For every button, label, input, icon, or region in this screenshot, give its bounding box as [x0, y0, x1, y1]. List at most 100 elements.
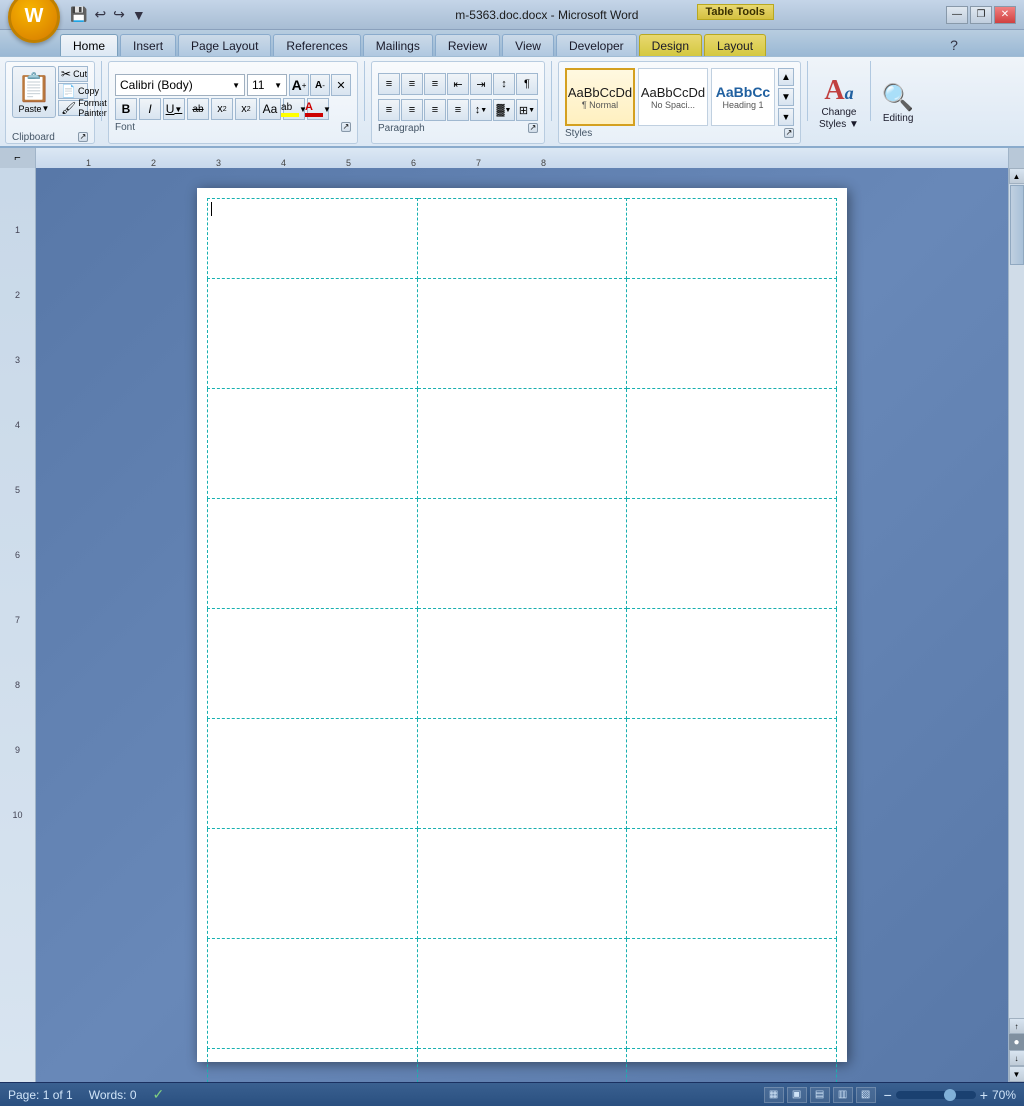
align-left-button[interactable]: ≡ — [378, 99, 400, 121]
table-cell[interactable] — [627, 719, 837, 829]
change-styles-button[interactable]: Aa ChangeStyles ▼ — [813, 61, 865, 144]
increase-indent-button[interactable]: ⇥ — [470, 73, 492, 95]
scroll-thumb[interactable] — [1010, 185, 1024, 265]
spell-check-indicator[interactable]: ✓ — [153, 1086, 165, 1103]
scroll-down-button[interactable]: ▼ — [1009, 1066, 1024, 1082]
table-cell[interactable] — [208, 389, 418, 499]
superscript-button[interactable]: x2 — [235, 98, 257, 120]
tab-home[interactable]: Home — [60, 34, 118, 56]
office-button[interactable]: W — [8, 0, 60, 43]
table-cell[interactable] — [208, 1049, 418, 1083]
undo-button[interactable]: ↩ — [92, 4, 108, 25]
style-heading1[interactable]: AaBbCc Heading 1 — [711, 68, 775, 126]
scroll-next-page-button[interactable]: ↓ — [1009, 1050, 1024, 1066]
editing-icon[interactable]: 🔍 — [882, 82, 914, 113]
table-cell[interactable] — [208, 719, 418, 829]
justify-button[interactable]: ≡ — [447, 99, 469, 121]
minimize-button[interactable]: — — [946, 6, 968, 24]
zoom-slider[interactable] — [896, 1091, 976, 1099]
clear-formatting-button[interactable]: ✕ — [331, 74, 351, 96]
table-cell[interactable] — [417, 199, 627, 279]
zoom-out-button[interactable]: − — [884, 1087, 892, 1103]
table-cell[interactable] — [417, 719, 627, 829]
font-name-box[interactable]: Calibri (Body) ▼ — [115, 74, 245, 96]
table-cell[interactable] — [417, 829, 627, 939]
font-color-button[interactable]: A ▼ — [307, 98, 329, 120]
shading-button[interactable]: ▓▼ — [493, 99, 515, 121]
document-table[interactable] — [207, 198, 837, 1082]
redo-button[interactable]: ↪ — [111, 4, 127, 25]
table-cell[interactable] — [417, 609, 627, 719]
borders-button[interactable]: ⊞▼ — [516, 99, 538, 121]
zoom-thumb[interactable] — [944, 1089, 956, 1101]
cut-button[interactable]: ✂ Cut — [58, 66, 88, 82]
table-cell[interactable] — [208, 199, 418, 279]
paragraph-expand[interactable]: ↗ — [528, 123, 538, 133]
outline-view-button[interactable]: ▥ — [833, 1087, 853, 1103]
save-button[interactable]: 💾 — [68, 4, 89, 25]
select-browse-object-button[interactable]: ● — [1009, 1034, 1024, 1050]
decrease-indent-button[interactable]: ⇤ — [447, 73, 469, 95]
table-cell[interactable] — [417, 279, 627, 389]
tab-mailings[interactable]: Mailings — [363, 34, 433, 56]
table-cell[interactable] — [627, 279, 837, 389]
subscript-button[interactable]: x2 — [211, 98, 233, 120]
numbering-button[interactable]: ≡ — [401, 73, 423, 95]
multilevel-list-button[interactable]: ≡ — [424, 73, 446, 95]
tab-page-layout[interactable]: Page Layout — [178, 34, 271, 56]
font-size-box[interactable]: 11 ▼ — [247, 74, 287, 96]
strikethrough-button[interactable]: ab — [187, 98, 209, 120]
table-cell[interactable] — [208, 279, 418, 389]
style-normal[interactable]: AaBbCcDd ¶ Normal — [565, 68, 635, 126]
format-painter-button[interactable]: 🖌 Format Painter — [58, 100, 88, 116]
scroll-prev-page-button[interactable]: ↑ — [1009, 1018, 1024, 1034]
table-cell[interactable] — [627, 199, 837, 279]
table-cell[interactable] — [208, 829, 418, 939]
table-cell[interactable] — [417, 499, 627, 609]
shrink-font-button[interactable]: A- — [310, 74, 330, 96]
align-right-button[interactable]: ≡ — [424, 99, 446, 121]
tab-review[interactable]: Review — [435, 34, 500, 56]
italic-button[interactable]: I — [139, 98, 161, 120]
styles-more[interactable]: ▼ — [778, 108, 794, 126]
full-screen-button[interactable]: ▣ — [787, 1087, 807, 1103]
restore-button[interactable]: ❐ — [970, 6, 992, 24]
customize-quick-access-button[interactable]: ▼ — [130, 5, 148, 25]
table-cell[interactable] — [627, 499, 837, 609]
zoom-in-button[interactable]: + — [980, 1087, 988, 1103]
ruler-corner-button[interactable]: ⌐ — [0, 148, 36, 168]
table-cell[interactable] — [627, 609, 837, 719]
tab-insert[interactable]: Insert — [120, 34, 176, 56]
sort-button[interactable]: ↕ — [493, 73, 515, 95]
change-case-button[interactable]: Aa — [259, 98, 281, 120]
table-cell[interactable] — [417, 1049, 627, 1083]
underline-button[interactable]: U▼ — [163, 98, 185, 120]
print-layout-button[interactable]: ▦ — [764, 1087, 784, 1103]
font-expand[interactable]: ↗ — [341, 122, 351, 132]
web-layout-button[interactable]: ▤ — [810, 1087, 830, 1103]
scroll-track[interactable] — [1009, 184, 1024, 1018]
draft-view-button[interactable]: ▧ — [856, 1087, 876, 1103]
copy-button[interactable]: 📄 Copy — [58, 83, 88, 99]
table-cell[interactable] — [627, 389, 837, 499]
tab-view[interactable]: View — [502, 34, 554, 56]
zoom-percent[interactable]: 70% — [992, 1088, 1016, 1102]
clipboard-expand[interactable]: ↗ — [78, 132, 88, 142]
table-cell[interactable] — [627, 1049, 837, 1083]
styles-expand[interactable]: ↗ — [784, 128, 794, 138]
styles-scroll-up[interactable]: ▲ — [778, 68, 794, 86]
close-button[interactable]: ✕ — [994, 6, 1016, 24]
tab-developer[interactable]: Developer — [556, 34, 637, 56]
line-spacing-button[interactable]: ↕▼ — [470, 99, 492, 121]
tab-design[interactable]: Design — [639, 34, 702, 56]
paste-button[interactable]: 📋 Paste ▼ — [12, 66, 56, 118]
align-center-button[interactable]: ≡ — [401, 99, 423, 121]
show-hide-button[interactable]: ¶ — [516, 73, 538, 95]
style-no-spacing[interactable]: AaBbCcDd No Spaci... — [638, 68, 708, 126]
highlight-color-button[interactable]: ab ▼ — [283, 98, 305, 120]
table-cell[interactable] — [417, 939, 627, 1049]
table-cell[interactable] — [208, 609, 418, 719]
table-cell[interactable] — [627, 829, 837, 939]
styles-scroll-down[interactable]: ▼ — [778, 88, 794, 106]
page-area[interactable] — [36, 168, 1008, 1082]
